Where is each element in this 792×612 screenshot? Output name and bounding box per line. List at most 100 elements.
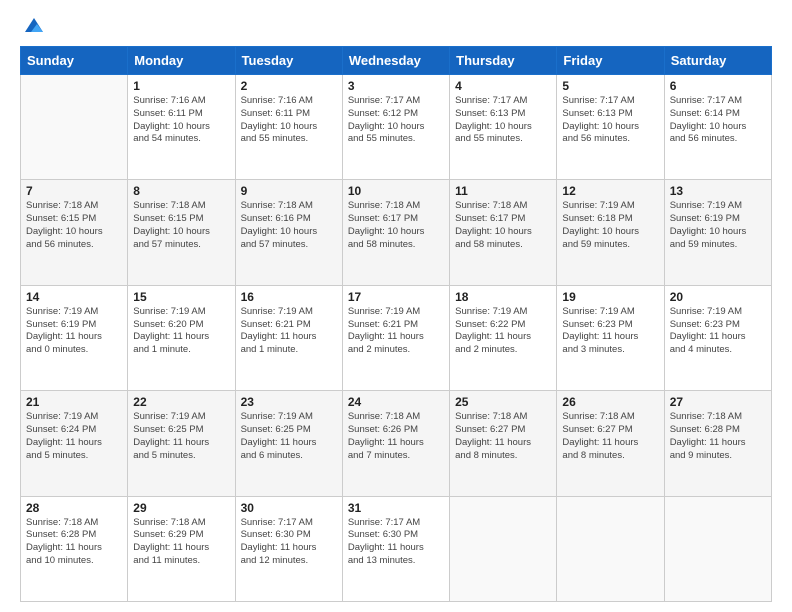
calendar-day-cell: 1 Sunrise: 7:16 AM Sunset: 6:11 PM Daylig… bbox=[128, 75, 235, 180]
day-number: 16 bbox=[241, 290, 337, 304]
day-number: 13 bbox=[670, 184, 766, 198]
calendar-weekday-thursday: Thursday bbox=[450, 47, 557, 75]
day-info: Sunrise: 7:19 AM Sunset: 6:18 PM Dayligh… bbox=[562, 200, 658, 251]
calendar-weekday-friday: Friday bbox=[557, 47, 664, 75]
day-info: Sunrise: 7:18 AM Sunset: 6:17 PM Dayligh… bbox=[455, 200, 551, 251]
day-number: 10 bbox=[348, 184, 444, 198]
day-info: Sunrise: 7:17 AM Sunset: 6:13 PM Dayligh… bbox=[455, 95, 551, 146]
calendar-day-cell: 4Sunrise: 7:17 AM Sunset: 6:13 PM Daylig… bbox=[450, 75, 557, 180]
calendar-weekday-sunday: Sunday bbox=[21, 47, 128, 75]
day-number: 6 bbox=[670, 79, 766, 93]
day-number: 29 bbox=[133, 501, 229, 515]
calendar-day-cell: 26 Sunrise: 7:18 AM Sunset: 6:27 PM Dayli… bbox=[557, 391, 664, 496]
day-info: Sunrise: 7:18 AM Sunset: 6:26 PM Dayligh… bbox=[348, 411, 444, 462]
day-info: Sunrise: 7:18 AM Sunset: 6:17 PM Dayligh… bbox=[348, 200, 444, 251]
day-number: 1 bbox=[133, 79, 229, 93]
calendar-weekday-wednesday: Wednesday bbox=[342, 47, 449, 75]
calendar-week-row: 14 Sunrise: 7:19 AM Sunset: 6:19 PM Dayli… bbox=[21, 285, 772, 390]
calendar-week-row: 28 Sunrise: 7:18 AM Sunset: 6:28 PM Dayli… bbox=[21, 496, 772, 601]
day-number: 17 bbox=[348, 290, 444, 304]
day-number: 12 bbox=[562, 184, 658, 198]
calendar-day-cell: 2Sunrise: 7:16 AM Sunset: 6:11 PM Daylig… bbox=[235, 75, 342, 180]
calendar-day-cell: 30 Sunrise: 7:17 AM Sunset: 6:30 PM Dayli… bbox=[235, 496, 342, 601]
day-info: Sunrise: 7:18 AM Sunset: 6:15 PM Dayligh… bbox=[133, 200, 229, 251]
day-info: Sunrise: 7:18 AM Sunset: 6:27 PM Dayligh… bbox=[562, 411, 658, 462]
day-number: 23 bbox=[241, 395, 337, 409]
day-info: Sunrise: 7:19 AM Sunset: 6:21 PM Dayligh… bbox=[348, 306, 444, 357]
day-number: 9 bbox=[241, 184, 337, 198]
calendar-day-cell: 19Sunrise: 7:19 AM Sunset: 6:23 PM Dayli… bbox=[557, 285, 664, 390]
day-number: 24 bbox=[348, 395, 444, 409]
calendar-day-cell bbox=[557, 496, 664, 601]
day-number: 21 bbox=[26, 395, 122, 409]
day-number: 19 bbox=[562, 290, 658, 304]
calendar-day-cell bbox=[664, 496, 771, 601]
calendar-day-cell: 29 Sunrise: 7:18 AM Sunset: 6:29 PM Dayli… bbox=[128, 496, 235, 601]
calendar-header-row: SundayMondayTuesdayWednesdayThursdayFrid… bbox=[21, 47, 772, 75]
day-number: 31 bbox=[348, 501, 444, 515]
calendar-day-cell: 23 Sunrise: 7:19 AM Sunset: 6:25 PM Dayli… bbox=[235, 391, 342, 496]
day-number: 30 bbox=[241, 501, 337, 515]
calendar-day-cell: 3Sunrise: 7:17 AM Sunset: 6:12 PM Daylig… bbox=[342, 75, 449, 180]
calendar-weekday-saturday: Saturday bbox=[664, 47, 771, 75]
day-number: 25 bbox=[455, 395, 551, 409]
day-number: 18 bbox=[455, 290, 551, 304]
day-number: 14 bbox=[26, 290, 122, 304]
day-info: Sunrise: 7:19 AM Sunset: 6:25 PM Dayligh… bbox=[241, 411, 337, 462]
calendar-weekday-monday: Monday bbox=[128, 47, 235, 75]
calendar-day-cell: 31 Sunrise: 7:17 AM Sunset: 6:30 PM Dayli… bbox=[342, 496, 449, 601]
day-info: Sunrise: 7:18 AM Sunset: 6:28 PM Dayligh… bbox=[670, 411, 766, 462]
day-number: 27 bbox=[670, 395, 766, 409]
calendar-day-cell: 27 Sunrise: 7:18 AM Sunset: 6:28 PM Dayli… bbox=[664, 391, 771, 496]
day-number: 20 bbox=[670, 290, 766, 304]
calendar-day-cell: 11 Sunrise: 7:18 AM Sunset: 6:17 PM Dayli… bbox=[450, 180, 557, 285]
logo bbox=[20, 16, 45, 36]
calendar-day-cell: 7Sunrise: 7:18 AM Sunset: 6:15 PM Daylig… bbox=[21, 180, 128, 285]
header bbox=[20, 16, 772, 36]
day-number: 5 bbox=[562, 79, 658, 93]
calendar-day-cell: 16 Sunrise: 7:19 AM Sunset: 6:21 PM Dayli… bbox=[235, 285, 342, 390]
day-info: Sunrise: 7:17 AM Sunset: 6:13 PM Dayligh… bbox=[562, 95, 658, 146]
day-info: Sunrise: 7:16 AM Sunset: 6:11 PM Dayligh… bbox=[133, 95, 229, 146]
calendar-week-row: 21 Sunrise: 7:19 AM Sunset: 6:24 PM Dayli… bbox=[21, 391, 772, 496]
day-info: Sunrise: 7:17 AM Sunset: 6:30 PM Dayligh… bbox=[348, 517, 444, 568]
day-number: 11 bbox=[455, 184, 551, 198]
day-info: Sunrise: 7:17 AM Sunset: 6:30 PM Dayligh… bbox=[241, 517, 337, 568]
day-info: Sunrise: 7:18 AM Sunset: 6:29 PM Dayligh… bbox=[133, 517, 229, 568]
calendar-weekday-tuesday: Tuesday bbox=[235, 47, 342, 75]
calendar-day-cell: 8Sunrise: 7:18 AM Sunset: 6:15 PM Daylig… bbox=[128, 180, 235, 285]
day-info: Sunrise: 7:17 AM Sunset: 6:14 PM Dayligh… bbox=[670, 95, 766, 146]
day-info: Sunrise: 7:19 AM Sunset: 6:23 PM Dayligh… bbox=[670, 306, 766, 357]
calendar-day-cell: 12 Sunrise: 7:19 AM Sunset: 6:18 PM Dayli… bbox=[557, 180, 664, 285]
day-info: Sunrise: 7:19 AM Sunset: 6:19 PM Dayligh… bbox=[26, 306, 122, 357]
day-number: 26 bbox=[562, 395, 658, 409]
calendar-day-cell: 21 Sunrise: 7:19 AM Sunset: 6:24 PM Dayli… bbox=[21, 391, 128, 496]
calendar-day-cell bbox=[450, 496, 557, 601]
calendar-day-cell: 17 Sunrise: 7:19 AM Sunset: 6:21 PM Dayli… bbox=[342, 285, 449, 390]
day-number: 2 bbox=[241, 79, 337, 93]
calendar-day-cell: 14 Sunrise: 7:19 AM Sunset: 6:19 PM Dayli… bbox=[21, 285, 128, 390]
day-info: Sunrise: 7:18 AM Sunset: 6:28 PM Dayligh… bbox=[26, 517, 122, 568]
day-number: 22 bbox=[133, 395, 229, 409]
day-number: 28 bbox=[26, 501, 122, 515]
day-info: Sunrise: 7:19 AM Sunset: 6:21 PM Dayligh… bbox=[241, 306, 337, 357]
day-info: Sunrise: 7:18 AM Sunset: 6:15 PM Dayligh… bbox=[26, 200, 122, 251]
day-info: Sunrise: 7:19 AM Sunset: 6:22 PM Dayligh… bbox=[455, 306, 551, 357]
calendar-day-cell: 10 Sunrise: 7:18 AM Sunset: 6:17 PM Dayli… bbox=[342, 180, 449, 285]
calendar-day-cell: 9Sunrise: 7:18 AM Sunset: 6:16 PM Daylig… bbox=[235, 180, 342, 285]
calendar-day-cell: 5 Sunrise: 7:17 AM Sunset: 6:13 PM Daylig… bbox=[557, 75, 664, 180]
day-info: Sunrise: 7:19 AM Sunset: 6:24 PM Dayligh… bbox=[26, 411, 122, 462]
calendar-day-cell: 20 Sunrise: 7:19 AM Sunset: 6:23 PM Dayli… bbox=[664, 285, 771, 390]
calendar-week-row: 7Sunrise: 7:18 AM Sunset: 6:15 PM Daylig… bbox=[21, 180, 772, 285]
day-info: Sunrise: 7:18 AM Sunset: 6:27 PM Dayligh… bbox=[455, 411, 551, 462]
calendar-day-cell: 18 Sunrise: 7:19 AM Sunset: 6:22 PM Dayli… bbox=[450, 285, 557, 390]
calendar-day-cell: 25 Sunrise: 7:18 AM Sunset: 6:27 PM Dayli… bbox=[450, 391, 557, 496]
calendar-day-cell: 22 Sunrise: 7:19 AM Sunset: 6:25 PM Dayli… bbox=[128, 391, 235, 496]
day-info: Sunrise: 7:19 AM Sunset: 6:20 PM Dayligh… bbox=[133, 306, 229, 357]
calendar-day-cell bbox=[21, 75, 128, 180]
calendar-day-cell: 24 Sunrise: 7:18 AM Sunset: 6:26 PM Dayli… bbox=[342, 391, 449, 496]
day-number: 15 bbox=[133, 290, 229, 304]
calendar-day-cell: 6 Sunrise: 7:17 AM Sunset: 6:14 PM Daylig… bbox=[664, 75, 771, 180]
logo-icon bbox=[23, 14, 45, 36]
day-info: Sunrise: 7:19 AM Sunset: 6:25 PM Dayligh… bbox=[133, 411, 229, 462]
